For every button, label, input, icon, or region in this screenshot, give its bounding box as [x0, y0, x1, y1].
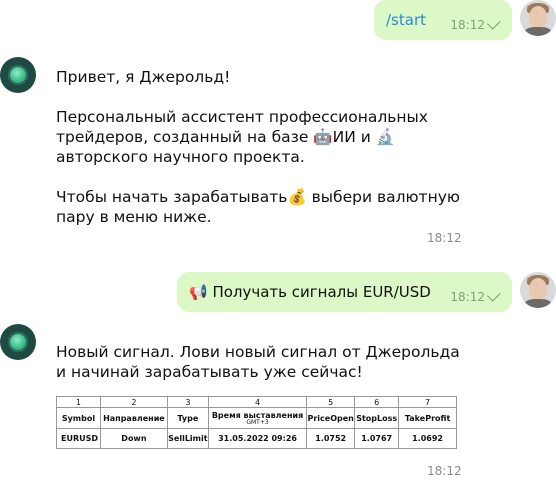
message-time: 18:12 [427, 464, 462, 478]
table-cell: SellLimit [166, 428, 209, 449]
signal-line: Новый сигнал. Лови новый сигнал от Джеро… [56, 343, 460, 361]
gem-icon [8, 332, 28, 352]
column-header: Направление [99, 407, 168, 429]
greeting-line: авторского научного проекта. [56, 148, 305, 166]
column-number: 2 [99, 396, 168, 408]
table-cell: 1.0692 [398, 428, 457, 449]
table-cell: Down [99, 428, 168, 449]
outgoing-message-start: /start 18:12 [374, 0, 512, 40]
column-number: 1 [56, 396, 101, 408]
greeting-line: пару в меню ниже. [56, 208, 212, 226]
signal-line: и начинай зарабатывать уже сейчас! [56, 363, 363, 381]
greeting-line: трейдеров, созданный на базе 🤖ИИ и 🔬 [56, 128, 396, 146]
column-number: 4 [207, 396, 308, 408]
sent-check-icon [487, 288, 501, 302]
user-avatar[interactable] [520, 0, 556, 36]
message-time: 18:12 [450, 290, 485, 304]
column-header: PriceOpen [306, 407, 356, 429]
table-cell: 1.0767 [354, 428, 400, 449]
sent-check-icon [487, 16, 501, 30]
message-text: 📢 Получать сигналы EUR/USD [189, 283, 431, 301]
signal-table: 1 2 3 4 5 6 7 Symbol Направление Type Вр… [56, 396, 457, 449]
incoming-message-signal: Новый сигнал. Лови новый сигнал от Джеро… [56, 342, 460, 382]
table-cell: 31.05.2022 09:26 [207, 428, 308, 449]
column-number: 3 [166, 396, 209, 408]
column-header: Type [166, 407, 209, 429]
outgoing-message-request: 📢 Получать сигналы EUR/USD 18:12 [177, 272, 512, 312]
table-cell: 1.0752 [306, 428, 356, 449]
table-cell: EURUSD [56, 428, 101, 449]
column-number: 7 [398, 396, 457, 408]
bot-avatar[interactable] [0, 324, 36, 360]
column-header-subtitle: GMT+3 [246, 418, 269, 426]
message-time: 18:12 [450, 18, 485, 32]
greeting-line: Персональный ассистент профессиональных [56, 108, 428, 126]
message-meta: 18:12 [450, 288, 501, 304]
greeting-line: Привет, я Джерольд! [56, 68, 231, 86]
gem-icon [8, 65, 28, 85]
column-number: 6 [354, 396, 400, 408]
user-avatar[interactable] [520, 272, 556, 308]
bot-avatar[interactable] [0, 57, 36, 93]
message-meta: 18:12 [450, 16, 501, 32]
column-header: Время выставления GMT+3 [207, 407, 308, 429]
column-number: 5 [306, 396, 356, 408]
greeting-line: Чтобы начать зарабатывать💰 выбери валютн… [56, 188, 460, 206]
message-time: 18:12 [427, 231, 462, 245]
column-header: StopLoss [354, 407, 400, 429]
message-text: /start [386, 11, 426, 29]
column-header: TakeProfit [398, 407, 457, 429]
incoming-message-greeting: Привет, я Джерольд! Персональный ассисте… [56, 67, 460, 227]
column-header: Symbol [56, 407, 101, 429]
